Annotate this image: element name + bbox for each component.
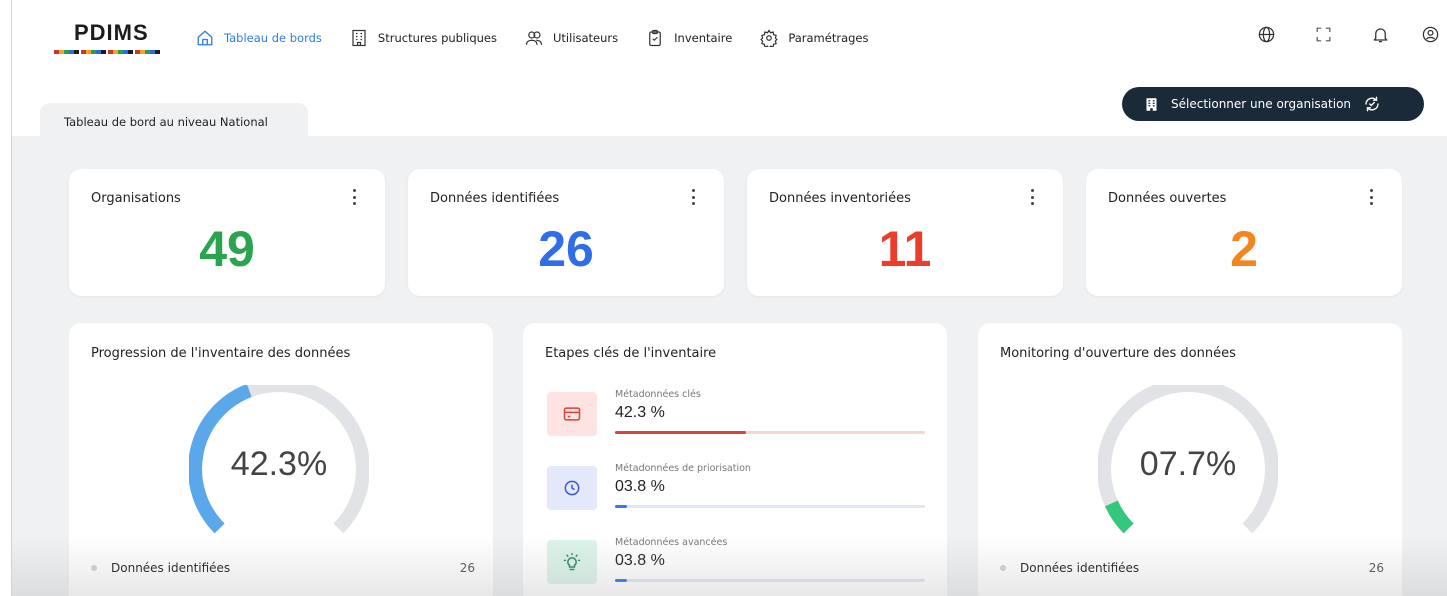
panel-title: Progression de l'inventaire des données xyxy=(91,346,351,361)
gauge-percent-label: 07.7% xyxy=(1139,445,1237,483)
fullscreen-button[interactable] xyxy=(1313,24,1333,44)
kpi-card-organisations: Organisations 49 xyxy=(69,169,385,296)
kpi-title: Données identifiées xyxy=(430,191,560,206)
nav-label: Tableau de bords xyxy=(224,31,322,45)
nav-item-tableau-de-bords[interactable]: Tableau de bords xyxy=(196,29,322,47)
app-logo[interactable]: PDIMS xyxy=(54,20,164,60)
fullscreen-icon xyxy=(1316,27,1330,41)
step-icon-box xyxy=(547,392,597,436)
logo-color-bar xyxy=(54,50,162,54)
step-label: Métadonnées clés xyxy=(615,389,701,400)
kpi-card-donnees-identifiees: Données identifiées 26 xyxy=(408,169,724,296)
legend-label: Données identifiées xyxy=(111,561,231,575)
step-progress-fill xyxy=(615,431,747,434)
clock-icon xyxy=(564,480,580,496)
step-progress-track xyxy=(615,431,925,434)
more-vertical-icon[interactable] xyxy=(1370,189,1374,205)
building-icon xyxy=(352,29,366,47)
more-vertical-icon[interactable] xyxy=(353,189,357,205)
panel-etapes-cles: Etapes clés de l'inventaire Métadonnées … xyxy=(523,323,947,596)
kpi-title: Organisations xyxy=(91,191,181,206)
step-metadonnees-avancees: Métadonnées avancées 03.8 % xyxy=(547,537,927,596)
nav-right-actions xyxy=(1256,24,1447,44)
panel-title: Etapes clés de l'inventaire xyxy=(545,346,717,361)
gear-icon xyxy=(760,29,779,47)
kpi-value: 49 xyxy=(199,221,255,277)
kpi-value: 2 xyxy=(1230,221,1258,277)
kpi-card-donnees-inventoriees: Données inventoriées 11 xyxy=(747,169,1063,296)
step-label: Métadonnées avancées xyxy=(615,537,728,548)
nav-label: Structures publiques xyxy=(377,31,497,45)
bulb-icon xyxy=(563,552,581,571)
nav-item-parametrages[interactable]: Paramétrages xyxy=(760,29,868,47)
nav-item-utilisateurs[interactable]: Utilisateurs xyxy=(525,29,618,47)
tab-national-dashboard[interactable]: Tableau de bord au niveau National xyxy=(40,103,308,136)
sync-icon xyxy=(1365,96,1379,112)
step-progress-track xyxy=(615,579,925,582)
users-icon xyxy=(525,31,543,45)
tab-label: Tableau de bord au niveau National xyxy=(64,115,268,129)
kpi-title: Données ouvertes xyxy=(1108,191,1227,206)
kpi-card-donnees-ouvertes: Données ouvertes 2 xyxy=(1086,169,1402,296)
nav-label: Utilisateurs xyxy=(553,31,619,45)
bell-icon xyxy=(1373,27,1387,42)
step-icon-box xyxy=(547,466,597,510)
gauge-fill-arc xyxy=(1105,500,1134,534)
card-icon xyxy=(563,407,581,421)
step-icon-box xyxy=(547,540,597,584)
nav-item-inventaire[interactable]: Inventaire xyxy=(646,29,732,47)
legend-row: Données identifiées 26 xyxy=(1000,559,1384,577)
legend-dot xyxy=(1000,565,1006,571)
more-vertical-icon[interactable] xyxy=(692,189,696,205)
home-icon xyxy=(197,30,213,46)
step-progress-fill xyxy=(615,579,627,582)
panel-progression-inventaire: Progression de l'inventaire des données … xyxy=(69,323,493,596)
globe-icon xyxy=(1258,26,1274,42)
step-value: 03.8 % xyxy=(615,478,665,495)
notifications-button[interactable] xyxy=(1370,24,1390,44)
step-metadonnees-cles: Métadonnées clés 42.3 % xyxy=(547,389,927,449)
step-progress-track xyxy=(615,505,925,508)
language-button[interactable] xyxy=(1256,24,1276,44)
select-organisation-label: Sélectionner une organisation xyxy=(1171,97,1352,111)
gauge-percent-label: 42.3% xyxy=(230,445,328,483)
monitoring-gauge: 07.7% xyxy=(1097,378,1279,545)
panel-monitoring-ouverture: Monitoring d'ouverture des données 07.7%… xyxy=(978,323,1402,596)
panel-title: Monitoring d'ouverture des données xyxy=(1000,346,1236,361)
legend-dot xyxy=(91,565,97,571)
kpi-value: 11 xyxy=(878,221,932,277)
step-progress-fill xyxy=(615,505,627,508)
select-organisation-button[interactable]: Sélectionner une organisation xyxy=(1122,87,1424,121)
logo-text: PDIMS xyxy=(74,20,149,45)
main-nav: Tableau de bords Structures publiques Ut… xyxy=(196,24,896,52)
kpi-value: 26 xyxy=(538,221,594,277)
step-metadonnees-priorisation: Métadonnées de priorisation 03.8 % xyxy=(547,463,927,523)
nav-item-structures-publiques[interactable]: Structures publiques xyxy=(350,29,497,47)
nav-label: Paramétrages xyxy=(788,31,869,45)
progression-gauge: 42.3% xyxy=(188,378,370,545)
nav-label: Inventaire xyxy=(674,31,733,45)
kpi-title: Données inventoriées xyxy=(769,191,911,206)
step-value: 42.3 % xyxy=(615,404,665,421)
legend-value: 26 xyxy=(1368,561,1384,575)
profile-button[interactable] xyxy=(1420,24,1440,44)
legend-row: Données identifiées 26 xyxy=(91,559,475,577)
legend-label: Données identifiées xyxy=(1020,561,1140,575)
step-value: 03.8 % xyxy=(615,552,665,569)
step-label: Métadonnées de priorisation xyxy=(615,463,751,474)
more-vertical-icon[interactable] xyxy=(1031,189,1035,205)
clipboard-icon xyxy=(649,29,662,47)
user-circle-icon xyxy=(1422,26,1438,42)
legend-value: 26 xyxy=(459,561,475,575)
building-icon xyxy=(1146,97,1157,111)
